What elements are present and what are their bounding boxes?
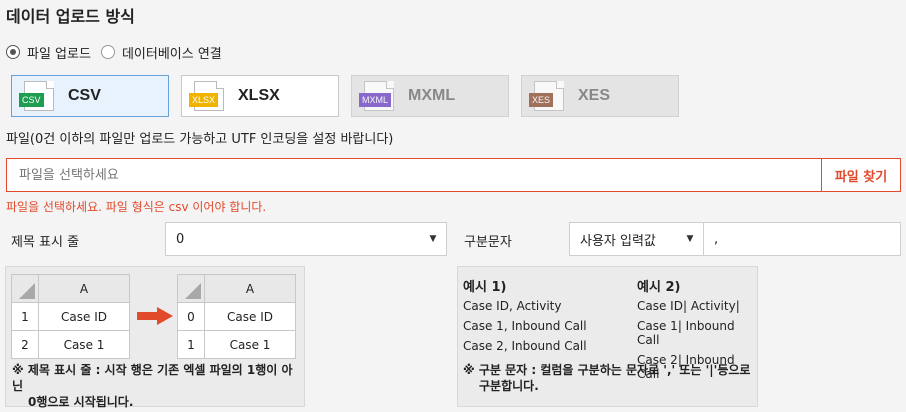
row-number: 2 bbox=[11, 330, 39, 359]
format-mxml-button: MXML MXML bbox=[351, 75, 509, 117]
delimiter-input-value: , bbox=[714, 231, 719, 247]
example-2-line: Case ID| Activity| bbox=[637, 299, 740, 313]
format-xes-button: XES XES bbox=[521, 75, 679, 117]
header-row-example-panel: A 1 Case ID 2 Case 1 A 0 Case ID 1 Case … bbox=[5, 266, 305, 410]
mxml-file-icon: MXML bbox=[359, 81, 394, 111]
format-csv-button[interactable]: CSV CSV bbox=[11, 75, 169, 117]
format-xlsx-button[interactable]: XLSX XLSX bbox=[181, 75, 339, 117]
file-hint: 파일(0건 이하의 파일만 업로드 가능하고 UTF 인코딩을 설정 바랍니다) bbox=[6, 132, 394, 147]
format-xlsx-label: XLSX bbox=[238, 87, 280, 104]
delimiter-note: ※ 구분 문자 : 컬럼을 구분하는 문자로 ',' 또는 '|'등으로 구분합… bbox=[463, 362, 755, 394]
row-number: 0 bbox=[177, 302, 205, 331]
example-2-line: Case 1| Inbound Call bbox=[637, 319, 735, 347]
radio-database-connection[interactable] bbox=[100, 45, 115, 59]
column-header: A bbox=[204, 274, 296, 303]
page-title: 데이터 업로드 방식 bbox=[6, 7, 135, 26]
cell-value: Case 1 bbox=[38, 330, 130, 359]
delimiter-example-1: 예시 1) Case ID, Activity Case 1, Inbound … bbox=[463, 276, 587, 353]
example-1-line: Case ID, Activity bbox=[463, 299, 562, 313]
format-xes-label: XES bbox=[578, 87, 611, 104]
chevron-down-icon: ▼ bbox=[429, 234, 437, 244]
xlsx-file-icon: XLSX bbox=[189, 81, 224, 111]
header-row-note-line2: 0행으로 시작됩니다. bbox=[28, 395, 134, 409]
delimiter-mode-value: 사용자 입력값 bbox=[580, 233, 656, 249]
row-number: 1 bbox=[11, 302, 39, 331]
sheet-corner bbox=[11, 274, 39, 303]
xlsx-tag: XLSX bbox=[189, 93, 219, 107]
header-row-note: ※ 제목 표시 줄 : 시작 행은 기존 엑셀 파일의 1행이 아닌 0행으로 … bbox=[12, 362, 302, 410]
xes-tag: XES bbox=[529, 93, 554, 107]
column-header: A bbox=[38, 274, 130, 303]
chevron-down-icon: ▼ bbox=[686, 234, 694, 244]
header-row-note-line1: ※ 제목 표시 줄 : 시작 행은 기존 엑셀 파일의 1행이 아닌 bbox=[12, 363, 293, 393]
example-1-line: Case 1, Inbound Call bbox=[463, 319, 587, 333]
delimiter-note-line2: 구분합니다. bbox=[479, 379, 539, 393]
csv-file-icon: CSV bbox=[19, 81, 54, 111]
browse-file-button[interactable]: 파일 찾기 bbox=[821, 159, 900, 191]
xes-file-icon: XES bbox=[529, 81, 564, 111]
delimiter-label: 구분문자 bbox=[464, 235, 512, 250]
file-select-box: 파일 찾기 bbox=[6, 158, 901, 192]
delimiter-example-panel: 예시 1) Case ID, Activity Case 1, Inbound … bbox=[457, 266, 758, 407]
format-csv-label: CSV bbox=[68, 87, 101, 104]
radio-database-connection-label[interactable]: 데이터베이스 연결 bbox=[122, 43, 222, 62]
csv-tag: CSV bbox=[19, 93, 44, 107]
sheet-corner bbox=[177, 274, 205, 303]
mxml-tag: MXML bbox=[359, 93, 392, 107]
delimiter-input[interactable]: , bbox=[703, 222, 901, 256]
header-row-label: 제목 표시 줄 bbox=[11, 235, 80, 250]
delimiter-note-line1: ※ 구분 문자 : 컬럼을 구분하는 문자로 ',' 또는 '|'등으로 bbox=[463, 363, 751, 377]
file-error-message: 파일을 선택하세요. 파일 형식은 csv 이어야 합니다. bbox=[6, 200, 267, 214]
example-2-title: 예시 2) bbox=[637, 280, 681, 295]
row-number: 1 bbox=[177, 330, 205, 359]
format-mxml-label: MXML bbox=[408, 87, 456, 104]
example-1-title: 예시 1) bbox=[463, 280, 507, 295]
radio-file-upload[interactable] bbox=[6, 45, 20, 59]
delimiter-mode-select[interactable]: 사용자 입력값 ▼ bbox=[569, 222, 704, 256]
cell-value: Case ID bbox=[38, 302, 130, 331]
header-row-select[interactable]: 0 ▼ bbox=[165, 222, 447, 256]
radio-file-upload-label[interactable]: 파일 업로드 bbox=[27, 43, 91, 62]
file-path-input[interactable] bbox=[7, 159, 821, 191]
example-sheet-after: A 0 Case ID 1 Case 1 bbox=[177, 274, 296, 359]
cell-value: Case ID bbox=[204, 302, 296, 331]
example-sheet-before: A 1 Case ID 2 Case 1 bbox=[11, 274, 130, 359]
example-1-line: Case 2, Inbound Call bbox=[463, 339, 587, 353]
header-row-value: 0 bbox=[176, 231, 185, 247]
upload-method-radio-group: 파일 업로드 데이터베이스 연결 bbox=[6, 42, 232, 62]
arrow-right-icon bbox=[137, 307, 173, 325]
cell-value: Case 1 bbox=[204, 330, 296, 359]
